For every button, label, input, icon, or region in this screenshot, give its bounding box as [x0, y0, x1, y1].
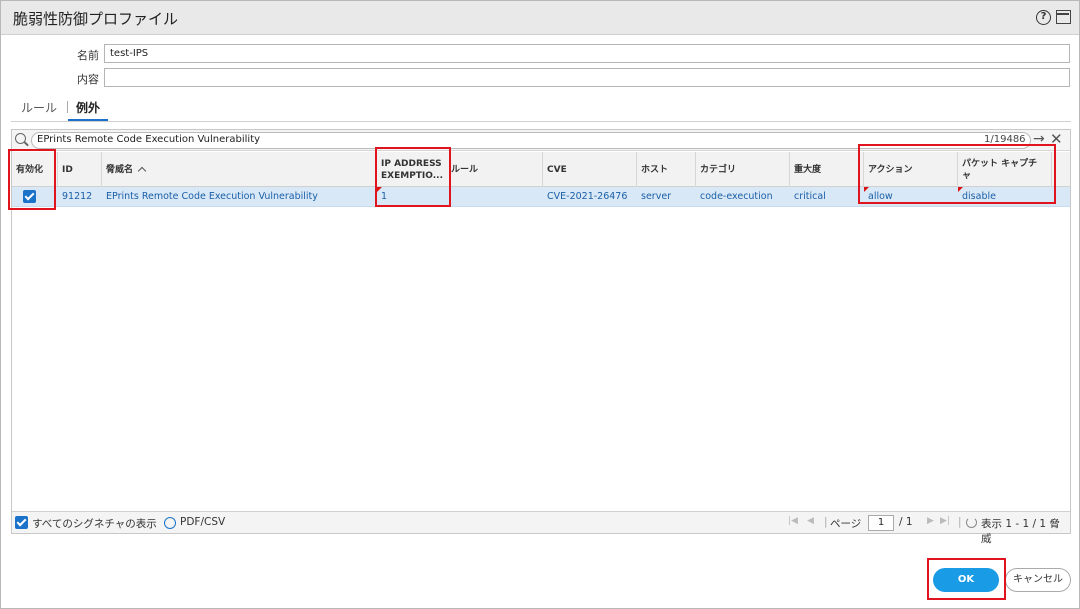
first-page-icon[interactable]: |◀ — [788, 516, 798, 526]
next-page-icon[interactable]: ▶ — [927, 516, 934, 526]
page-label: ページ — [830, 518, 862, 530]
search-bar: EPrints Remote Code Execution Vulnerabil… — [12, 130, 1070, 151]
column-header-host[interactable]: ホスト — [637, 152, 696, 187]
title-bar: 脆弱性防御プロファイル ? — [1, 1, 1079, 35]
column-header-cve-label: CVE — [547, 164, 567, 175]
column-header-rule[interactable]: ルール — [447, 152, 543, 187]
cell-severity: critical — [794, 191, 826, 202]
column-header-rule-label: ルール — [451, 164, 479, 175]
column-header-packet-capture-line2: ャ — [962, 170, 972, 181]
maximize-icon[interactable] — [1056, 10, 1071, 24]
ok-button[interactable]: OK — [933, 568, 999, 592]
column-header-severity-label: 重大度 — [794, 164, 822, 175]
refresh-icon[interactable] — [966, 517, 977, 528]
description-input[interactable] — [104, 68, 1070, 87]
export-icon[interactable] — [164, 517, 176, 529]
help-icon[interactable]: ? — [1036, 10, 1051, 25]
clear-search-icon[interactable]: ✕ — [1050, 130, 1063, 148]
cell-packet-capture[interactable]: disable — [958, 187, 1052, 207]
cell-threat-name[interactable]: EPrints Remote Code Execution Vulnerabil… — [102, 187, 377, 207]
column-header-action[interactable]: アクション — [864, 152, 958, 187]
column-header-enable[interactable]: 有効化 — [12, 152, 58, 187]
enable-checkbox[interactable] — [23, 190, 36, 203]
cell-id: 91212 — [62, 191, 93, 202]
vulnerability-protection-profile-dialog: 脆弱性防御プロファイル ? 名前 test-IPS 内容 ルール 例外 EPri… — [0, 0, 1080, 609]
cell-host: server — [641, 191, 672, 202]
column-header-host-label: ホスト — [641, 164, 669, 175]
column-header-ip-exemption-line1: IP ADDRESS — [381, 158, 442, 169]
search-result-count: 1/19486 — [984, 134, 1026, 145]
pager-separator: | — [824, 516, 828, 528]
show-all-signatures-checkbox[interactable] — [15, 516, 28, 529]
column-header-category-label: カテゴリ — [700, 164, 737, 175]
pdf-csv-link[interactable]: PDF/CSV — [180, 516, 225, 528]
name-label: 名前 — [77, 49, 99, 62]
search-icon[interactable] — [15, 133, 26, 144]
table-row[interactable]: 91212 EPrints Remote Code Execution Vuln… — [12, 187, 1070, 207]
cell-rule — [447, 187, 543, 207]
grid-footer: すべてのシグネチャの表示 PDF/CSV |◀ ◀ | ページ 1 / 1 ▶ … — [12, 511, 1070, 545]
column-header-packet-capture-line1: パケット キャプチ — [962, 158, 1038, 169]
table-header: 有効化 ID 脅威名 IP ADDRESS EXEMPTIO... ルール CVE… — [12, 152, 1070, 187]
tab-separator — [67, 101, 68, 113]
column-header-threat-name-label: 脅威名 — [106, 164, 134, 175]
page-number-input[interactable]: 1 — [868, 515, 894, 531]
cell-ip-exemption[interactable]: 1 — [377, 187, 447, 207]
column-header-enable-label: 有効化 — [16, 164, 44, 175]
last-page-icon[interactable]: ▶| — [940, 516, 950, 526]
column-header-id[interactable]: ID — [58, 152, 102, 187]
column-header-action-label: アクション — [868, 164, 913, 175]
show-all-signatures-label[interactable]: すべてのシグネチャの表示 — [32, 516, 157, 531]
column-header-packet-capture[interactable]: パケット キャプチャ — [958, 152, 1052, 187]
column-header-ip-exemption-line2: EXEMPTIO... — [381, 170, 443, 181]
column-header-id-label: ID — [62, 164, 73, 175]
tab-rules[interactable]: ルール — [21, 99, 57, 116]
arrow-right-icon[interactable]: → — [1033, 131, 1045, 147]
column-header-threat-name[interactable]: 脅威名 — [102, 152, 377, 187]
column-header-severity[interactable]: 重大度 — [790, 152, 864, 187]
display-summary: 表示 1 - 1 / 1 脅威 — [981, 518, 1060, 545]
cancel-button[interactable]: キャンセル — [1005, 568, 1071, 592]
tab-exceptions[interactable]: 例外 — [76, 99, 100, 116]
dialog-title: 脆弱性防御プロファイル — [13, 10, 179, 28]
page-total: / 1 — [899, 516, 913, 528]
pager-separator: | — [958, 516, 962, 528]
previous-page-icon[interactable]: ◀ — [807, 516, 814, 526]
column-header-cve[interactable]: CVE — [543, 152, 637, 187]
cell-action[interactable]: allow — [864, 187, 958, 207]
column-header-ip-exemption[interactable]: IP ADDRESS EXEMPTIO... — [377, 152, 447, 187]
column-header-category[interactable]: カテゴリ — [696, 152, 790, 187]
tabs-divider — [11, 121, 1071, 122]
exceptions-grid: EPrints Remote Code Execution Vulnerabil… — [11, 129, 1071, 545]
cell-category: code-execution — [700, 191, 773, 202]
name-input[interactable]: test-IPS — [104, 44, 1070, 63]
cell-cve: CVE-2021-26476 — [547, 191, 628, 202]
search-input[interactable]: EPrints Remote Code Execution Vulnerabil… — [31, 132, 1031, 149]
sort-ascending-icon — [137, 166, 147, 176]
description-label: 内容 — [77, 73, 99, 86]
